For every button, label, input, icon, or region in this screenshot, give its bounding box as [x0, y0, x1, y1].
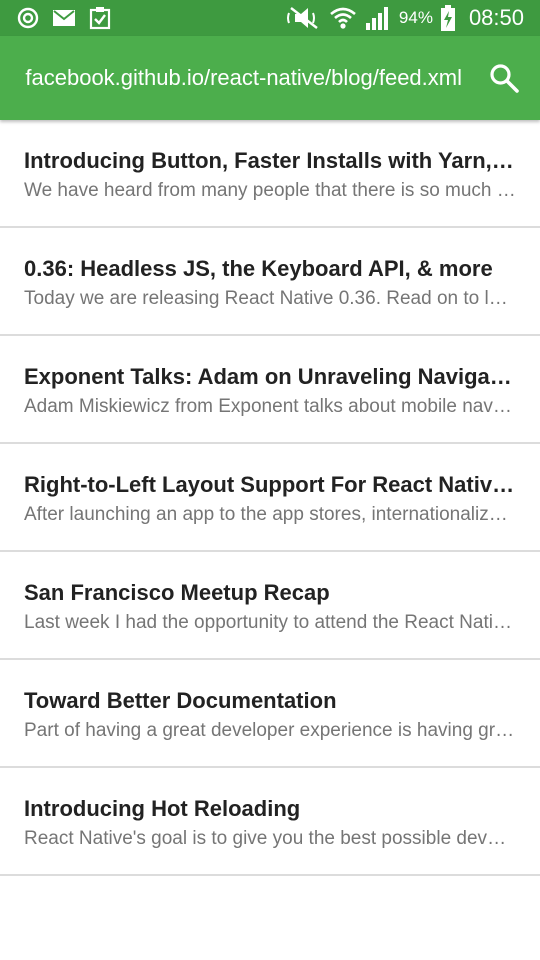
feed-item-title: 0.36: Headless JS, the Keyboard API, & m… — [24, 256, 493, 281]
feed-item-summary: After launching an app to the app stores… — [24, 504, 516, 525]
feed-item-summary: Adam Miskiewicz from Exponent talks abou… — [24, 396, 516, 417]
status-bar: 94% 08:50 — [0, 0, 540, 36]
clipboard-check-icon — [88, 6, 112, 30]
feed-item[interactable]: Right-to-Left Layout Support For React N… — [0, 444, 540, 552]
feed-item-summary: Part of having a great developer experie… — [24, 720, 516, 741]
feed-item[interactable]: San Francisco Meetup Recap Last week I h… — [0, 552, 540, 660]
feed-item[interactable]: Introducing Button, Faster Installs with… — [0, 120, 540, 228]
feed-item-summary: Today we are releasing React Native 0.36… — [24, 288, 516, 309]
battery-charging-icon — [440, 5, 455, 31]
feed-item[interactable]: Exponent Talks: Adam on Unraveling Navig… — [0, 336, 540, 444]
feed-item-title: Right-to-Left Layout Support For React N… — [24, 472, 516, 497]
feed-item-title: Exponent Talks: Adam on Unraveling Navig… — [24, 364, 516, 389]
feed-item[interactable]: Introducing Hot Reloading React Native's… — [0, 768, 540, 876]
feed-list: Introducing Button, Faster Installs with… — [0, 120, 540, 876]
sync-icon — [16, 6, 40, 30]
battery-percentage: 94% — [398, 8, 433, 27]
feed-item-summary: React Native's goal is to give you the b… — [24, 828, 516, 849]
mute-icon — [286, 5, 321, 31]
search-icon — [490, 64, 519, 93]
feed-item-title: Introducing Button, Faster Installs with… — [24, 148, 516, 173]
feed-item[interactable]: 0.36: Headless JS, the Keyboard API, & m… — [0, 228, 540, 336]
app-bar: facebook.github.io/react-native/blog/fee… — [0, 36, 540, 120]
feed-item-summary: We have heard from many people that ther… — [24, 180, 516, 201]
signal-icon — [365, 5, 391, 31]
feed-item-title: Introducing Hot Reloading — [24, 796, 301, 821]
feed-item-title: San Francisco Meetup Recap — [24, 580, 330, 605]
feed-item[interactable]: Toward Better Documentation Part of havi… — [0, 660, 540, 768]
clock: 08:50 — [468, 5, 524, 30]
feed-url[interactable]: facebook.github.io/react-native/blog/fee… — [0, 36, 462, 120]
feed-item-title: Toward Better Documentation — [24, 688, 337, 713]
search-button[interactable] — [488, 62, 520, 94]
mail-icon — [52, 8, 76, 28]
wifi-icon — [329, 5, 357, 31]
feed-item-summary: Last week I had the opportunity to atten… — [24, 612, 516, 633]
